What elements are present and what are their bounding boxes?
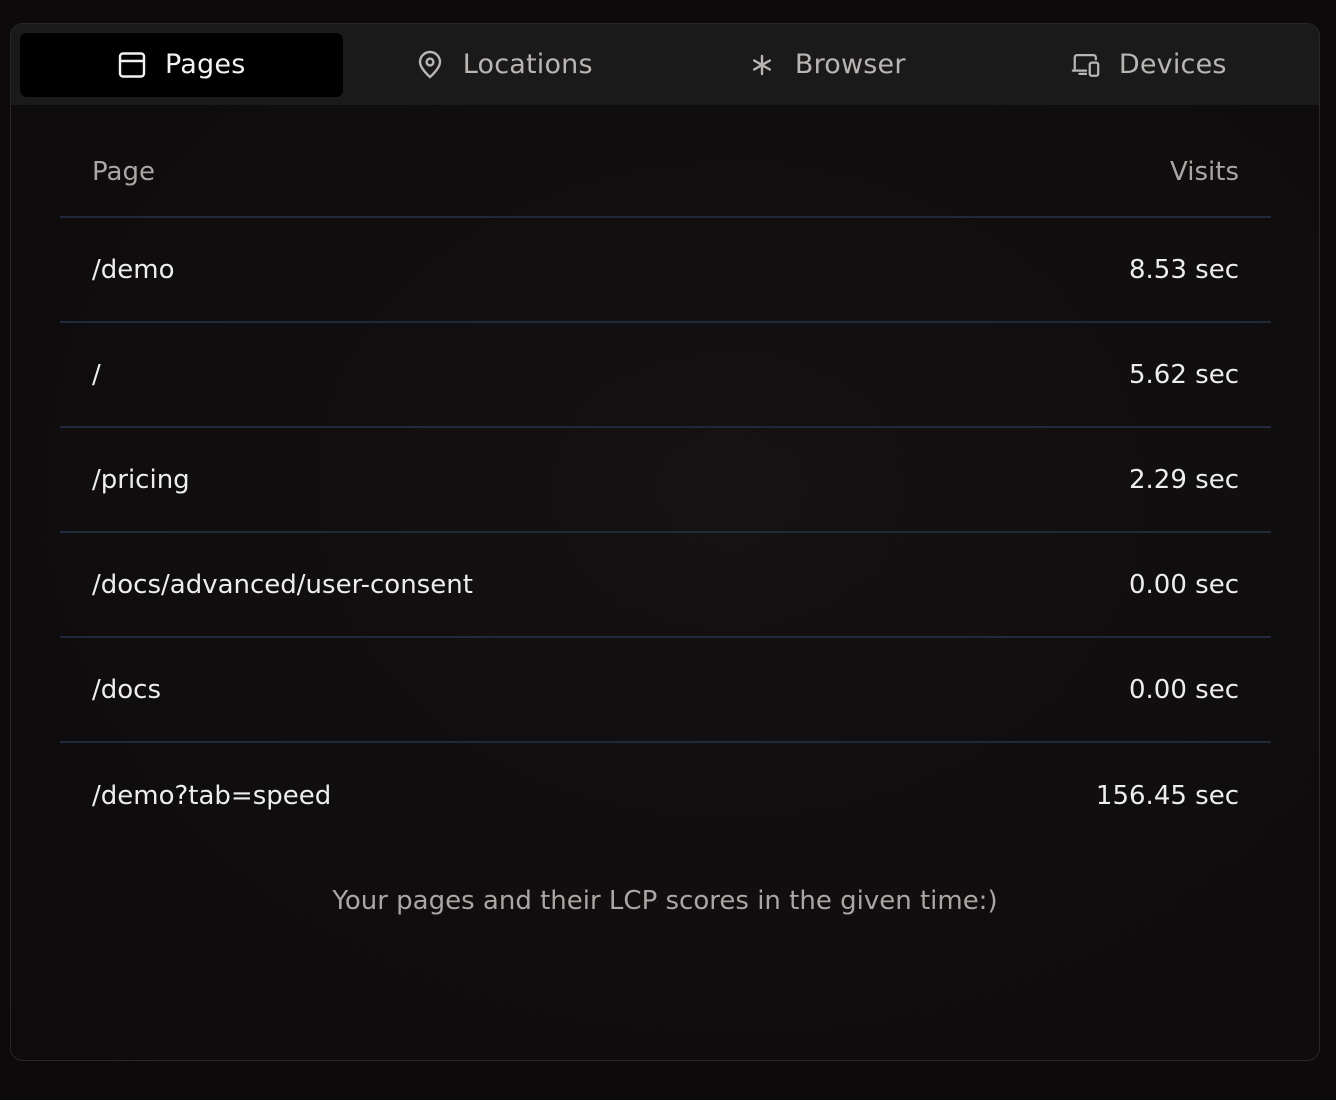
page-path: /demo — [92, 254, 175, 285]
tab-browser[interactable]: Browser — [665, 33, 988, 97]
tab-bar: Pages Locations Browser Devices — [11, 24, 1319, 105]
page-path: /pricing — [92, 464, 190, 495]
table-caption: Your pages and their LCP scores in the g… — [332, 886, 998, 916]
lcp-card: Pages Locations Browser Devices Page Vis… — [10, 23, 1320, 1061]
table-row: /demo 8.53 sec — [60, 218, 1271, 323]
browser-window-icon — [117, 50, 147, 80]
tab-pages[interactable]: Pages — [20, 32, 343, 97]
lcp-value: 8.53 sec — [1129, 254, 1239, 285]
table-row: /docs 0.00 sec — [60, 638, 1271, 743]
table-row: / 5.62 sec — [60, 323, 1271, 428]
tab-locations-label: Locations — [462, 49, 593, 80]
tab-devices[interactable]: Devices — [988, 33, 1311, 97]
lcp-value: 0.00 sec — [1129, 569, 1239, 600]
map-pin-icon — [415, 50, 445, 80]
pages-table: Page Visits /demo 8.53 sec / 5.62 sec /p… — [60, 128, 1271, 848]
table-header: Page Visits — [60, 128, 1271, 218]
tab-browser-label: Browser — [794, 49, 906, 80]
table-row: /demo?tab=speed 156.45 sec — [60, 743, 1271, 848]
page-path: / — [92, 359, 101, 390]
page-path: /docs/advanced/user-consent — [92, 569, 473, 600]
tab-locations[interactable]: Locations — [343, 33, 666, 97]
page-path: /demo?tab=speed — [92, 780, 332, 811]
lcp-value: 2.29 sec — [1129, 464, 1239, 495]
devices-icon — [1071, 50, 1101, 80]
asterisk-icon — [747, 50, 777, 80]
column-header-page: Page — [92, 157, 155, 187]
column-header-visits: Visits — [1170, 157, 1239, 187]
lcp-value: 5.62 sec — [1129, 359, 1239, 390]
table-row: /docs/advanced/user-consent 0.00 sec — [60, 533, 1271, 638]
lcp-value: 156.45 sec — [1095, 780, 1239, 811]
page-path: /docs — [92, 674, 162, 705]
lcp-value: 0.00 sec — [1129, 674, 1239, 705]
table-row: /pricing 2.29 sec — [60, 428, 1271, 533]
tab-devices-label: Devices — [1118, 49, 1227, 80]
tab-pages-label: Pages — [165, 49, 246, 80]
